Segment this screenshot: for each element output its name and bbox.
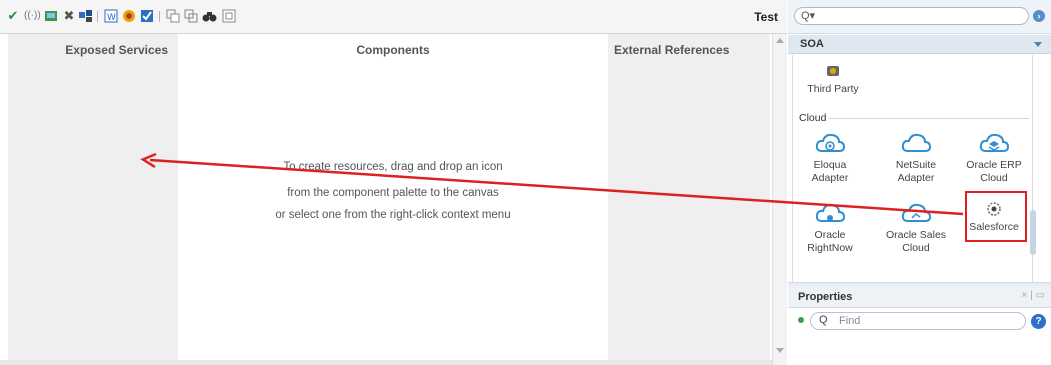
paste-icon[interactable]: [184, 9, 198, 23]
cloud-group-divider: [797, 118, 1029, 119]
third-party-label: Third Party: [807, 83, 859, 95]
components-lane[interactable]: Components To create resources, drag and…: [178, 34, 608, 360]
validate-icon[interactable]: [140, 9, 154, 23]
palette-search-input[interactable]: Q▾: [794, 7, 1029, 25]
properties-find-input[interactable]: Q Find: [810, 312, 1026, 330]
canvas-horizontal-scrollbar[interactable]: [0, 360, 772, 365]
copy-icon[interactable]: [166, 9, 180, 23]
scroll-down-icon[interactable]: [776, 348, 784, 353]
editor-toolbar: ✔ ((·)) ✖ W Test: [0, 0, 787, 34]
cloud-target-icon: [814, 131, 846, 155]
canvas-hint-line1: To create resources, drag and drop an ic…: [283, 161, 503, 173]
properties-header: Properties × | ▭: [788, 286, 1051, 308]
check-icon[interactable]: ✔: [6, 9, 20, 23]
canvas-hint-line3: or select one from the right-click conte…: [275, 209, 511, 221]
salesforce-highlight-box: [965, 191, 1027, 242]
palette-scrollbar[interactable]: [1030, 210, 1036, 255]
palette-item-netsuite-adapter[interactable]: NetSuite Adapter: [881, 131, 951, 185]
wifi-icon[interactable]: ((·)): [24, 9, 41, 23]
cloud-stack-icon: [978, 131, 1010, 155]
chevron-down-icon[interactable]: [1034, 42, 1042, 47]
eloqua-label-line1: Eloqua: [813, 159, 847, 171]
properties-find-placeholder: Find: [839, 315, 861, 327]
exposed-services-lane[interactable]: Exposed Services: [8, 34, 178, 360]
wsdl-icon[interactable]: W: [104, 9, 118, 23]
netsuite-label-line1: NetSuite: [895, 159, 937, 171]
search-icon: Q: [819, 314, 828, 326]
cloud-group-label: Cloud: [797, 112, 829, 124]
toolbar-separator: [97, 11, 98, 22]
help-icon[interactable]: ?: [1031, 314, 1046, 329]
components-title: Components: [356, 43, 430, 57]
image-icon[interactable]: [44, 9, 58, 23]
test-button[interactable]: Test: [754, 10, 778, 24]
delete-icon[interactable]: ✖: [62, 9, 76, 23]
third-party-icon: [825, 63, 841, 79]
sales-cloud-label-line2: Cloud: [902, 242, 930, 254]
palette-item-oracle-erp-cloud[interactable]: Oracle ERP Cloud: [959, 131, 1029, 185]
palette-item-third-party[interactable]: Third Party: [803, 63, 863, 96]
composite-canvas[interactable]: Exposed Services Components To create re…: [0, 34, 787, 365]
palette-items: Third Party Cloud Eloqua Adapter NetSuit…: [792, 55, 1033, 283]
status-dot-icon: [798, 317, 804, 323]
security-icon[interactable]: [122, 9, 136, 23]
palette-item-eloqua-adapter[interactable]: Eloqua Adapter: [795, 131, 865, 185]
netsuite-label-line2: Adapter: [897, 172, 935, 184]
canvas-hint-line2: from the component palette to the canvas: [287, 187, 499, 199]
cloud-rightnow-icon: [814, 201, 846, 225]
component-palette: Q▾ › SOA Third Party Cloud Eloqua Adapte…: [788, 0, 1051, 285]
canvas-vertical-scrollbar[interactable]: [772, 34, 787, 365]
composite-editor: ✔ ((·)) ✖ W Test Exposed Services Compon…: [0, 0, 787, 365]
sales-cloud-label-line1: Oracle Sales: [885, 229, 947, 241]
exposed-services-title: Exposed Services: [65, 43, 168, 57]
deploy-icon[interactable]: [78, 9, 92, 23]
search-icon[interactable]: Q▾: [801, 9, 815, 22]
panel-controls-icon[interactable]: × | ▭: [1022, 290, 1045, 301]
search-go-icon[interactable]: ›: [1033, 10, 1045, 22]
palette-search-bar: Q▾ ›: [788, 0, 1051, 34]
properties-title: Properties: [798, 291, 853, 303]
scroll-up-icon[interactable]: [776, 38, 784, 43]
cloud-icon: [900, 131, 932, 155]
find-icon[interactable]: [202, 9, 217, 23]
rightnow-label-line1: Oracle: [814, 229, 846, 241]
palette-category-select[interactable]: SOA: [788, 35, 1051, 54]
toolbar-separator: [159, 11, 160, 22]
oracle-erp-label-line1: Oracle ERP: [966, 159, 1022, 171]
properties-find-row: Q Find ?: [788, 309, 1051, 333]
cloud-sales-icon: [900, 201, 932, 225]
rightnow-label-line2: RightNow: [807, 242, 853, 254]
oracle-erp-label-line2: Cloud: [980, 172, 1008, 184]
palette-item-oracle-rightnow[interactable]: Oracle RightNow: [795, 201, 865, 255]
eloqua-label-line2: Adapter: [811, 172, 849, 184]
properties-panel: Properties × | ▭ Q Find ?: [788, 286, 1051, 365]
palette-item-oracle-sales-cloud[interactable]: Oracle Sales Cloud: [881, 201, 951, 255]
palette-category-label: SOA: [800, 38, 824, 50]
external-references-title: External References: [614, 43, 730, 57]
external-references-lane[interactable]: External References: [608, 34, 770, 360]
svg-text:W: W: [107, 13, 116, 23]
schema-icon[interactable]: [222, 9, 236, 23]
